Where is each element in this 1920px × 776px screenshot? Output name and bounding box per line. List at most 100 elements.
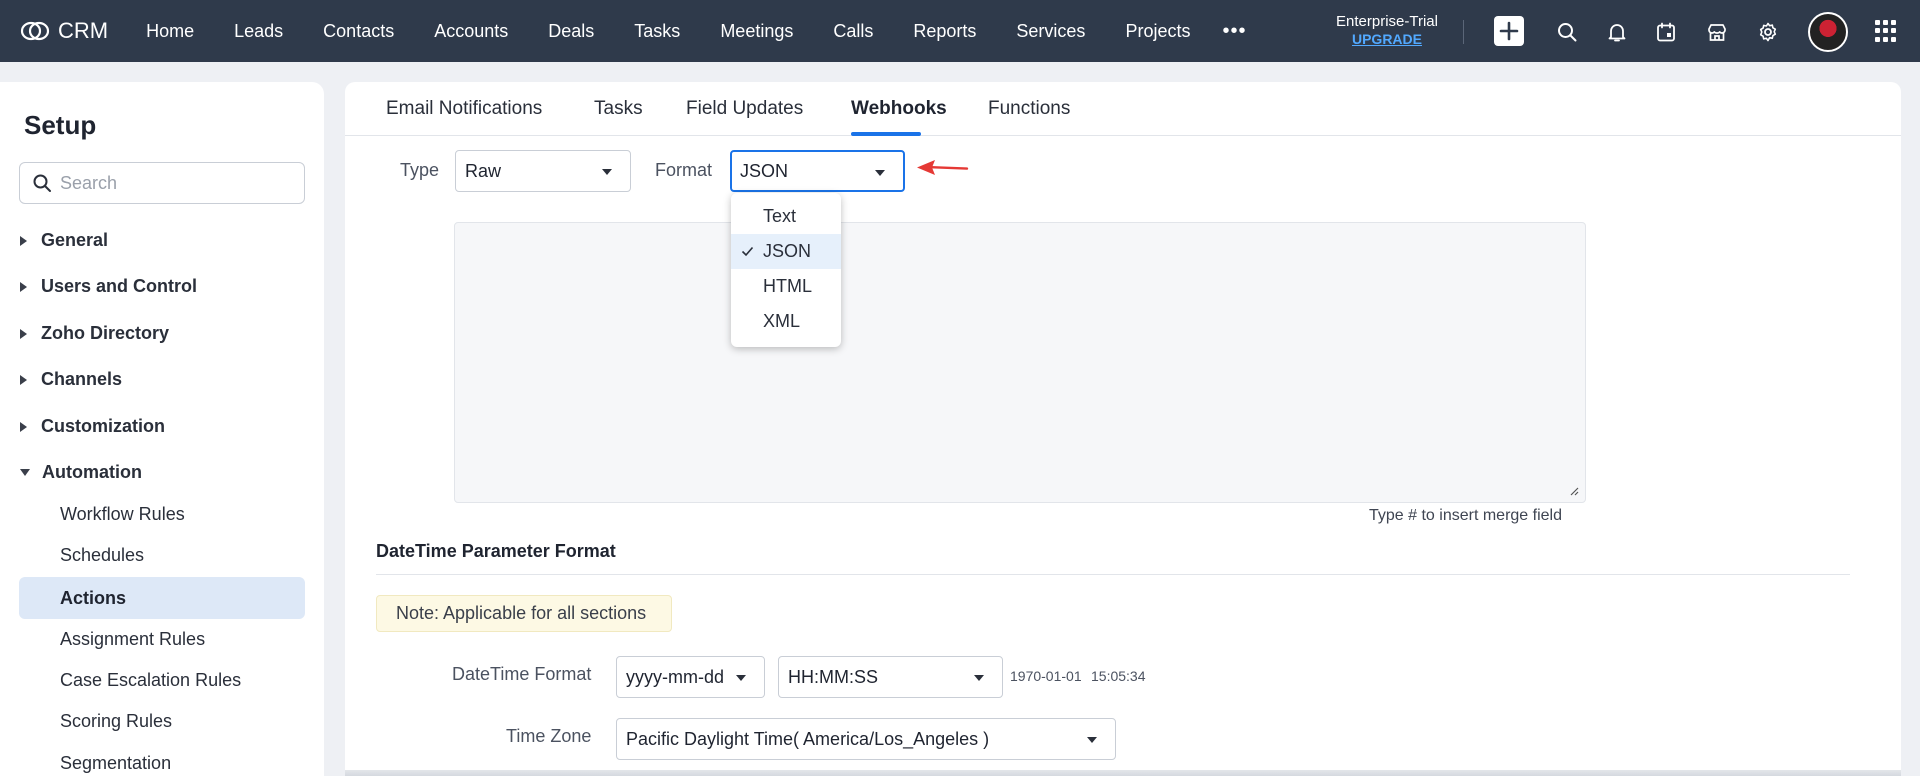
sidebar-item-workflow-rules[interactable]: Workflow Rules (19, 493, 305, 535)
caret-right-icon (20, 328, 27, 339)
time-preview: 15:05:34 (1091, 668, 1146, 684)
setup-title: Setup (24, 110, 97, 140)
sidebar-item-schedules[interactable]: Schedules (19, 534, 305, 576)
date-format-select[interactable]: yyyy-mm-dd (616, 656, 765, 698)
tab-field-updates[interactable]: Field Updates (686, 98, 803, 120)
red-arrow-annotation-icon (917, 160, 969, 175)
format-option-xml[interactable]: XML (731, 304, 841, 339)
caret-right-icon (20, 281, 27, 292)
nav-home[interactable]: Home (126, 0, 214, 62)
main-nav: Home Leads Contacts Accounts Deals Tasks… (126, 0, 1258, 62)
section-divider (376, 574, 1850, 575)
nav-meetings[interactable]: Meetings (700, 0, 813, 62)
format-option-json[interactable]: JSON (731, 234, 841, 269)
nav-calls[interactable]: Calls (813, 0, 893, 62)
tab-tasks[interactable]: Tasks (594, 98, 643, 120)
trial-plan-label: Enterprise-Trial (1336, 13, 1438, 30)
chevron-down-icon (736, 675, 746, 681)
actions-tabs: Email Notifications Tasks Field Updates … (345, 82, 1901, 136)
nav-projects[interactable]: Projects (1105, 0, 1210, 62)
date-preview: 1970-01-01 (1010, 668, 1082, 684)
chevron-down-icon (1087, 737, 1097, 743)
type-select-value: Raw (465, 161, 502, 181)
sidebar-search-input[interactable] (60, 172, 290, 194)
sidebar-section-zoho-directory[interactable]: Zoho Directory (20, 323, 169, 344)
chevron-down-icon (974, 675, 984, 681)
sidebar-section-general[interactable]: General (20, 230, 108, 251)
format-option-label: JSON (763, 241, 812, 261)
type-label: Type (400, 160, 440, 180)
tab-webhooks[interactable]: Webhooks (851, 98, 947, 120)
nav-services[interactable]: Services (996, 0, 1105, 62)
active-tab-indicator (851, 132, 921, 136)
apps-grid-icon[interactable] (1875, 20, 1897, 42)
scroll-edge (345, 770, 1901, 776)
format-label: Format (655, 160, 713, 180)
section-label: Zoho Directory (41, 323, 170, 343)
section-label: Users and Control (41, 276, 198, 296)
sidebar-section-users-and-control[interactable]: Users and Control (20, 276, 197, 297)
store-icon[interactable] (1704, 19, 1730, 45)
chevron-down-icon (875, 170, 885, 176)
sidebar-item-case-escalation-rules[interactable]: Case Escalation Rules (19, 659, 305, 701)
nav-tasks[interactable]: Tasks (614, 0, 700, 62)
sidebar-item-scoring-rules[interactable]: Scoring Rules (19, 700, 305, 742)
topbar-divider (1463, 20, 1464, 44)
nav-deals[interactable]: Deals (528, 0, 614, 62)
top-navigation-bar: CRM Home Leads Contacts Accounts Deals T… (0, 0, 1920, 62)
tab-email-notifications[interactable]: Email Notifications (386, 98, 542, 120)
timezone-label: Time Zone (506, 726, 592, 746)
date-format-value: yyyy-mm-dd (626, 667, 724, 687)
section-label: Customization (41, 416, 165, 436)
caret-right-icon (20, 374, 27, 385)
plus-icon[interactable] (1494, 16, 1524, 46)
nav-reports[interactable]: Reports (893, 0, 996, 62)
raw-body-textarea[interactable] (454, 222, 1586, 503)
timezone-value: Pacific Daylight Time( America/Los_Angel… (626, 729, 990, 749)
time-format-value: HH:MM:SS (788, 667, 878, 687)
tab-functions[interactable]: Functions (988, 98, 1070, 120)
format-select[interactable]: JSON (730, 150, 905, 192)
bell-icon[interactable] (1604, 19, 1630, 45)
format-option-html[interactable]: HTML (731, 269, 841, 304)
gear-icon[interactable] (1755, 19, 1781, 45)
resize-grip-icon[interactable] (1569, 486, 1579, 496)
format-dropdown-menu: Text JSON HTML XML (731, 193, 841, 347)
crm-logo[interactable]: CRM (20, 18, 108, 44)
sidebar-item-actions[interactable]: Actions (19, 577, 305, 619)
caret-right-icon (20, 235, 27, 246)
sidebar-section-channels[interactable]: Channels (20, 369, 122, 390)
caret-down-icon (20, 469, 30, 476)
section-label: Channels (41, 369, 123, 389)
nav-leads[interactable]: Leads (214, 0, 303, 62)
timezone-select[interactable]: Pacific Daylight Time( America/Los_Angel… (616, 718, 1116, 760)
datetime-format-label: DateTime Format (452, 664, 592, 684)
format-select-value: JSON (740, 161, 789, 181)
chevron-down-icon (602, 169, 612, 175)
sidebar-item-segmentation[interactable]: Segmentation (19, 742, 305, 776)
sidebar-item-assignment-rules[interactable]: Assignment Rules (19, 618, 305, 660)
format-option-text[interactable]: Text (731, 199, 841, 234)
nav-contacts[interactable]: Contacts (303, 0, 414, 62)
setup-sidebar: Setup General Users and Control Zoho Dir… (0, 82, 324, 776)
logo-text: CRM (58, 18, 109, 43)
more-menu-icon[interactable]: ••• (1210, 0, 1258, 62)
section-label: Automation (42, 462, 142, 482)
crm-logo-icon (20, 21, 50, 41)
trial-info: Enterprise-Trial UPGRADE (1320, 13, 1454, 48)
avatar[interactable] (1808, 12, 1848, 52)
applicable-note: Note: Applicable for all sections (376, 595, 672, 632)
sidebar-section-customization[interactable]: Customization (20, 416, 165, 437)
sidebar-search[interactable] (19, 162, 305, 204)
sidebar-section-automation[interactable]: Automation (20, 462, 142, 483)
merge-field-hint: Type # to insert merge field (1369, 507, 1562, 524)
section-label: General (41, 230, 109, 250)
type-select[interactable]: Raw (455, 150, 631, 192)
upgrade-link[interactable]: UPGRADE (1320, 31, 1454, 48)
time-format-select[interactable]: HH:MM:SS (778, 656, 1003, 698)
search-icon[interactable] (1554, 19, 1580, 45)
nav-accounts[interactable]: Accounts (414, 0, 528, 62)
search-icon (33, 174, 51, 192)
datetime-section-title: DateTime Parameter Format (376, 541, 616, 561)
calendar-icon[interactable] (1653, 19, 1679, 45)
